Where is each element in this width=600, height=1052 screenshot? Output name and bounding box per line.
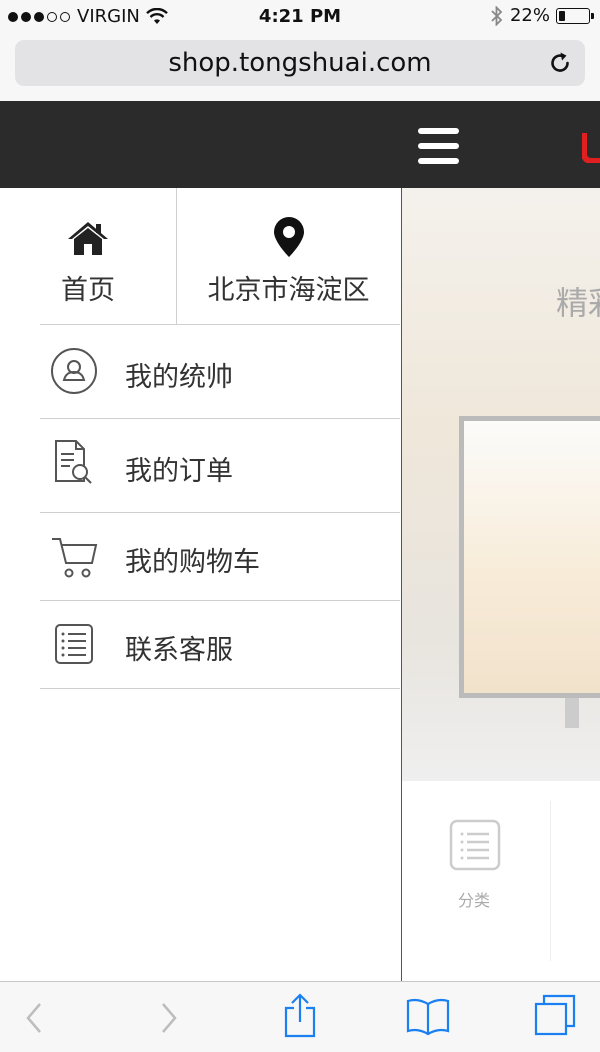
location-label: 北京市海淀区 [207, 275, 370, 306]
menu-item-label: 我的购物车 [125, 547, 260, 578]
divider [550, 801, 551, 961]
battery-icon [556, 7, 594, 24]
bookmarks-icon[interactable] [406, 996, 450, 1036]
menu-top-row: 首页 北京市海淀区 [0, 188, 400, 324]
address-bar[interactable]: shop.tongshuai.com [15, 40, 585, 86]
brand-logo-icon[interactable] [582, 133, 600, 163]
menu-item-customer-service[interactable]: 联系客服 [40, 601, 400, 689]
tabs-icon[interactable] [534, 994, 576, 1036]
battery-level [559, 10, 565, 21]
menu-item-my-cart[interactable]: 我的购物车 [40, 513, 400, 601]
category-icon[interactable] [449, 819, 501, 871]
bluetooth-icon [491, 5, 503, 26]
forward-icon[interactable] [157, 1000, 181, 1036]
reload-icon[interactable] [547, 50, 573, 76]
site-header [0, 101, 600, 188]
home-label: 首页 [61, 275, 115, 306]
menu-item-label: 我的订单 [125, 456, 233, 487]
status-right: 22% [490, 5, 594, 26]
list-icon [55, 624, 93, 664]
status-bar: VIRGIN 4:21 PM 22% [0, 0, 600, 34]
menu-item-my-orders[interactable]: 我的订单 [40, 419, 400, 513]
browser-toolbar [0, 981, 600, 1052]
tv-product-image [459, 416, 600, 698]
menu-item-label: 我的统帅 [125, 362, 233, 393]
menu-toggle-icon[interactable] [418, 128, 459, 164]
home-link[interactable]: 首页 [0, 188, 177, 324]
share-icon[interactable] [283, 992, 317, 1038]
page-content: 精彩 分类 [402, 188, 600, 981]
category-nav: 分类 [402, 781, 600, 981]
order-search-icon [55, 440, 92, 484]
cart-icon [52, 538, 98, 578]
banner-text: 精彩 [556, 284, 600, 322]
location-link[interactable]: 北京市海淀区 [177, 188, 400, 324]
promo-banner[interactable]: 精彩 [402, 188, 600, 781]
category-label: 分类 [458, 891, 491, 910]
battery-percent: 22% [509, 5, 550, 26]
tv-stand [565, 698, 579, 728]
home-icon [68, 222, 108, 255]
user-icon [51, 348, 97, 394]
menu-item-label: 联系客服 [125, 635, 233, 666]
menu-item-my-tongshuai[interactable]: 我的统帅 [40, 325, 400, 419]
location-pin-icon [273, 217, 304, 257]
browser-address-area: shop.tongshuai.com [0, 34, 600, 101]
url-text: shop.tongshuai.com [168, 48, 432, 78]
side-menu: 首页 北京市海淀区 我的统帅 我的订单 我的购物车 联系客服 [0, 188, 402, 981]
back-icon[interactable] [22, 1000, 46, 1036]
